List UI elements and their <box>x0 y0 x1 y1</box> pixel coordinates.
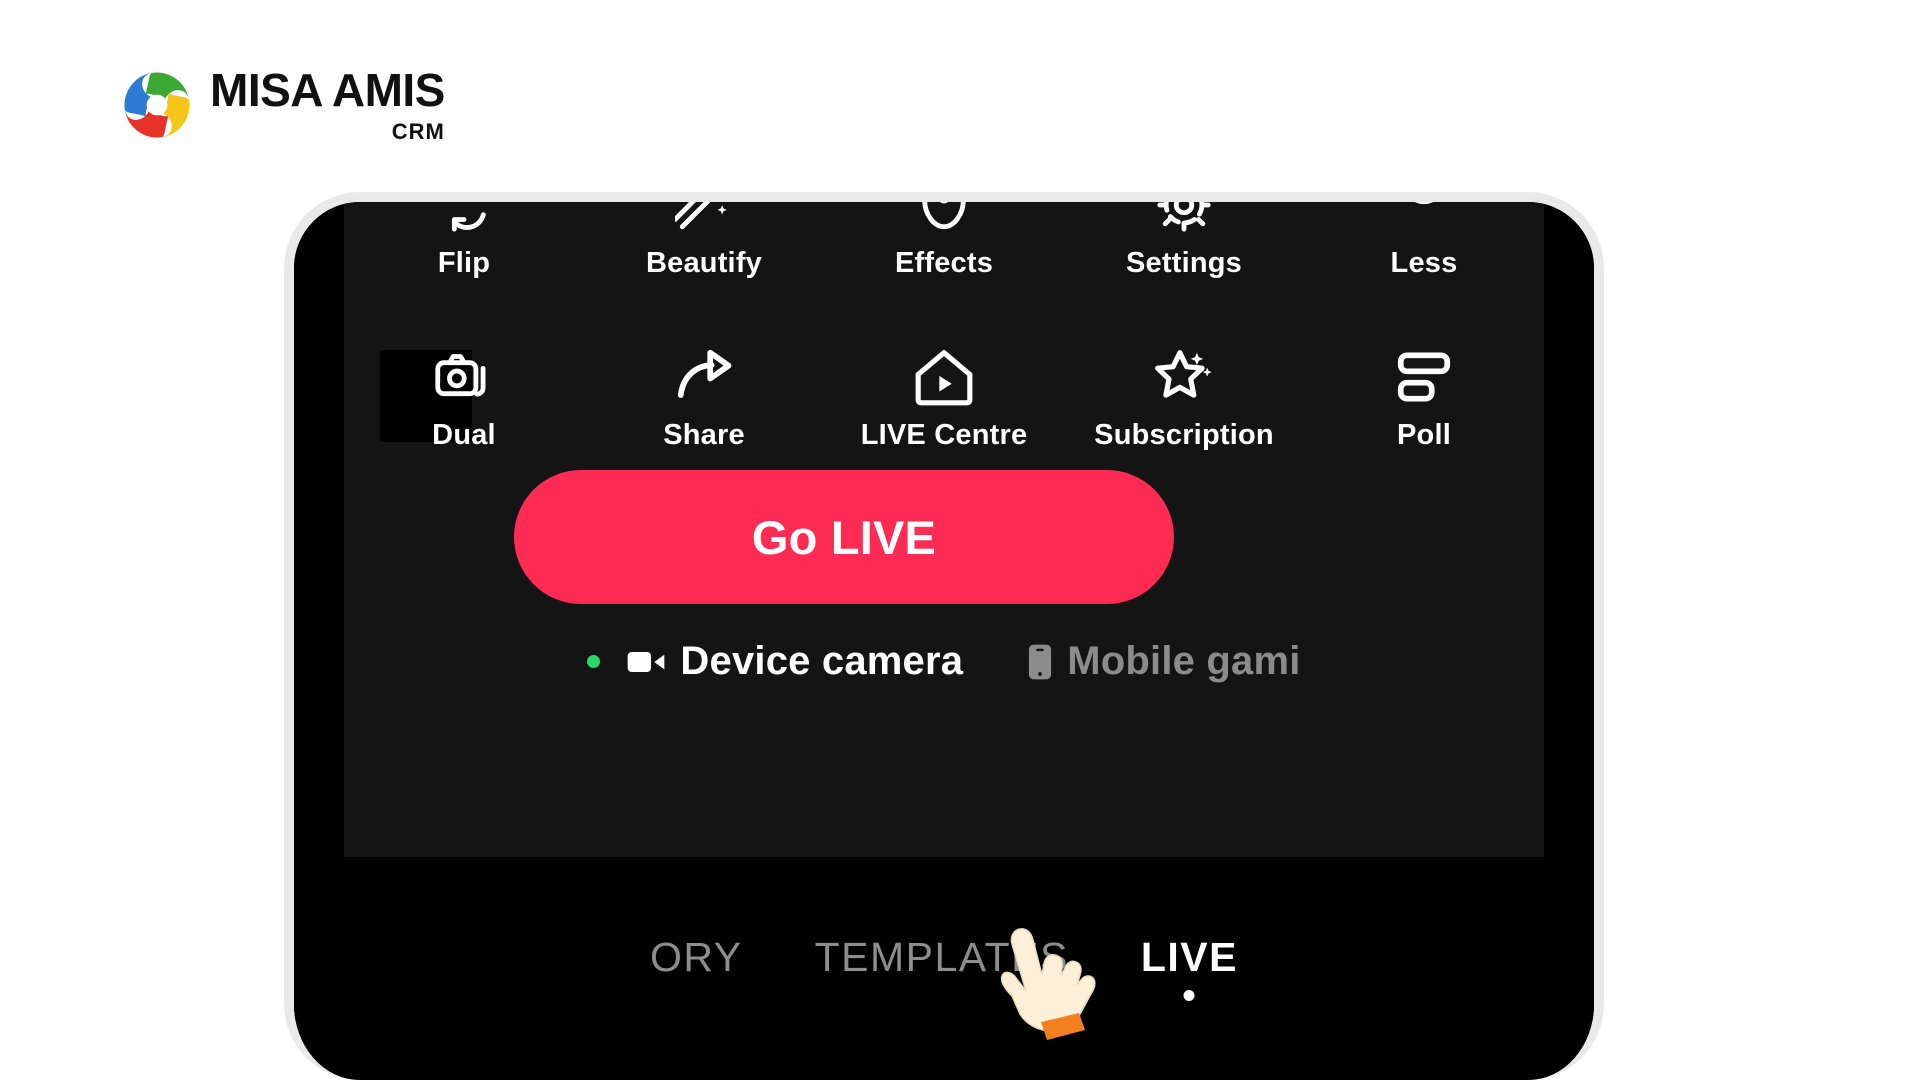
tool-share[interactable]: Share <box>584 322 824 452</box>
tool-label: LIVE Centre <box>860 419 1028 451</box>
tool-label: Dual <box>432 419 496 451</box>
settings-gear-icon <box>1155 202 1213 240</box>
beautify-wand-icon <box>675 202 733 240</box>
mode-device-camera[interactable]: Device camera <box>587 639 963 684</box>
tab-live[interactable]: LIVE <box>1140 933 1238 1001</box>
active-tab-indicator <box>1183 989 1195 1001</box>
brand-logo: MISA AMIS CRM <box>120 64 445 148</box>
tool-label: Flip <box>437 247 491 279</box>
phone-mockup: Flip Beautify Effects Settings Less Dual… <box>284 192 1604 1080</box>
status-dot <box>587 655 601 668</box>
tool-live-centre[interactable]: LIVE Centre <box>824 322 1064 452</box>
bottom-tab-bar: ORY TEMPLATES LIVE <box>294 892 1594 1022</box>
brand-name: MISA AMIS <box>210 64 445 116</box>
effects-face-icon <box>915 202 973 240</box>
tool-subscription[interactable]: Subscription <box>1064 322 1304 452</box>
tool-settings[interactable]: Settings <box>1064 202 1304 280</box>
subscription-star-icon <box>1153 342 1215 412</box>
live-centre-home-icon <box>913 342 975 412</box>
tool-label: Effects <box>894 247 994 279</box>
mode-mobile-gaming[interactable]: Mobile gami <box>1027 639 1300 684</box>
mobile-phone-icon <box>1027 643 1053 681</box>
tool-row-1: Flip Beautify Effects Settings Less <box>344 202 1544 280</box>
video-camera-icon <box>626 647 666 677</box>
live-mode-switcher: Device camera Mobile gami <box>344 639 1544 684</box>
phone-screen: Flip Beautify Effects Settings Less Dual… <box>294 202 1594 1080</box>
brand-subtitle: CRM <box>391 119 445 145</box>
tool-label: Subscription <box>1094 419 1274 451</box>
tool-label: Share <box>663 419 745 451</box>
tab-label: LIVE <box>1140 933 1238 980</box>
tool-label: Poll <box>1397 419 1451 451</box>
misa-pinwheel-logo-icon <box>120 68 194 142</box>
go-live-label: Go LIVE <box>751 510 937 564</box>
brand-text-block: MISA AMIS CRM <box>210 64 445 148</box>
tool-label: Settings <box>1126 247 1242 279</box>
tool-label: Beautify <box>645 247 762 279</box>
dual-camera-icon <box>433 342 495 412</box>
mode-label: Device camera <box>680 639 964 683</box>
tool-dual[interactable]: Dual <box>344 322 584 452</box>
tool-effects[interactable]: Effects <box>824 202 1064 280</box>
less-chevron-icon <box>1395 202 1453 240</box>
tool-row-2: Dual Share LIVE Centre Subscription Poll <box>344 322 1544 452</box>
tool-beautify[interactable]: Beautify <box>584 202 824 280</box>
tab-story[interactable]: ORY <box>650 934 743 981</box>
pointing-hand-cursor-icon <box>986 918 1096 1046</box>
tool-poll[interactable]: Poll <box>1304 322 1544 452</box>
tool-flip[interactable]: Flip <box>344 202 584 280</box>
tool-less[interactable]: Less <box>1304 202 1544 280</box>
tool-label: Less <box>1390 247 1458 279</box>
mode-label: Mobile gami <box>1067 639 1301 683</box>
flip-camera-icon <box>435 202 493 240</box>
screenshot-stage: MISA AMIS CRM Flip Beautify Effects Sett… <box>0 0 1920 1080</box>
poll-bars-icon <box>1393 342 1455 412</box>
tab-label: ORY <box>650 933 743 980</box>
share-arrow-icon <box>673 342 735 412</box>
live-tools-panel: Flip Beautify Effects Settings Less Dual… <box>344 202 1544 857</box>
go-live-button[interactable]: Go LIVE <box>514 470 1174 604</box>
